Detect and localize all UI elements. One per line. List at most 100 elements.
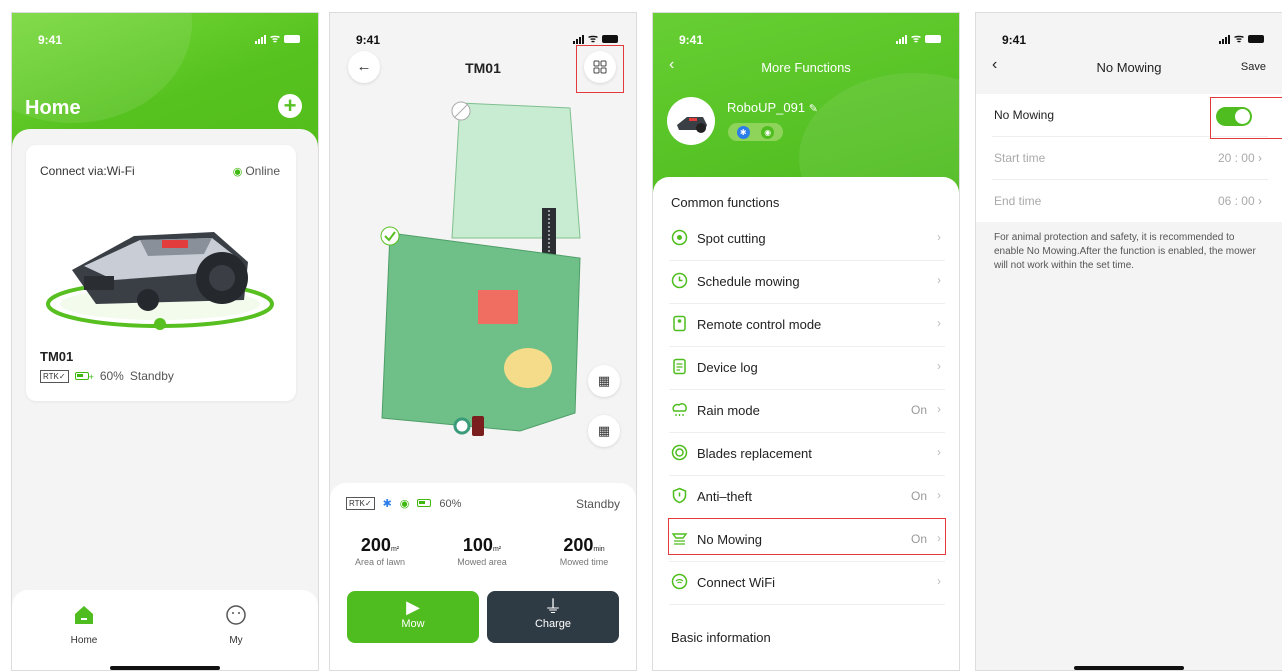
status-panel: RTK✓ ✱ ◉ 60% Standby 200m² Area of lawn 1… (330, 483, 636, 670)
section-title: Basic information (671, 630, 771, 645)
clock-icon (671, 272, 688, 289)
battery-icon (1248, 35, 1264, 43)
home-screen: 9:41 ᯤ Home + Connect via:Wi-Fi ◉ Online … (11, 12, 319, 671)
log-icon (673, 358, 686, 375)
chevron-right-icon: › (937, 316, 941, 330)
chevron-right-icon: › (1258, 151, 1262, 165)
status-bar: 9:41 ᯤ (12, 33, 318, 47)
blade-icon (671, 444, 688, 461)
plug-icon: ⏚ (544, 597, 562, 617)
wifi-connect-icon (671, 573, 688, 590)
wifi-icon: ᯤ (587, 33, 598, 45)
obstacle-zone-2 (504, 348, 552, 388)
start-time-row[interactable]: Start time 20 : 00 › (992, 137, 1268, 180)
map-view-button[interactable]: ▦ (588, 415, 620, 447)
wifi-icon: ◉ (399, 498, 410, 510)
no-mowing-screen: 9:41 ᯤ ‹ No Mowing Save No Mowing Start … (975, 12, 1282, 671)
function-schedule-mowing[interactable]: Schedule mowing › (669, 261, 945, 304)
mower-marker (472, 416, 484, 436)
wifi-icon: ᯤ (1233, 33, 1244, 45)
end-time-row[interactable]: End time 06 : 00 › (992, 180, 1268, 223)
wifi-icon: ᯤ (269, 33, 280, 45)
device-state: Standby (575, 497, 620, 511)
page-title: More Functions (761, 60, 851, 75)
signal-icon (572, 34, 584, 44)
rtk-badge: RTK✓ (40, 369, 69, 383)
battery-icon (602, 35, 618, 43)
signal-icon (1218, 34, 1230, 44)
home-icon (75, 606, 93, 624)
chevron-right-icon: › (937, 273, 941, 287)
page-title: No Mowing (1096, 60, 1162, 75)
plus-icon: + (283, 93, 297, 118)
home-indicator (1074, 666, 1184, 670)
wifi-icon: ◉ (761, 125, 775, 139)
bluetooth-icon: ✱ (382, 498, 392, 510)
metric-lawn-area: 200m² Area of lawn (354, 535, 406, 567)
robot-name: RoboUP_091 ✎ (727, 100, 818, 115)
battery-icon: + (74, 369, 94, 383)
lawn-zone-2 (451, 102, 581, 239)
status-time: 9:41 (38, 33, 63, 47)
status-row: RTK✓ ✱ ◉ 60% (346, 497, 461, 510)
lawn-map (380, 101, 581, 436)
map-icon: ▦ (597, 423, 611, 438)
map-edit-button[interactable]: ▦ (588, 365, 620, 397)
lawn-zone-1 (381, 232, 581, 432)
device-name: TM01 (40, 349, 74, 364)
function-device-log[interactable]: Device log › (669, 347, 945, 390)
battery-icon (284, 35, 300, 43)
functions-screen: 9:41 ᯤ ‹ More Functions RoboUP_091 ✎ ✱ ◉ … (652, 12, 960, 671)
device-card[interactable]: Connect via:Wi-Fi ◉ Online TM01 RTK✓ + 60… (26, 145, 296, 401)
function-spot-cutting[interactable]: Spot cutting › (669, 218, 945, 261)
chevron-right-icon: › (937, 359, 941, 373)
wifi-icon: ᯤ (910, 33, 921, 45)
obstacle-zone (478, 290, 518, 324)
edit-icon[interactable]: ✎ (809, 103, 818, 115)
add-device-button[interactable]: + (278, 94, 302, 118)
shield-icon (672, 487, 687, 504)
wifi-icon: ◉ (232, 166, 243, 178)
section-title: Common functions (671, 195, 780, 210)
dock-marker (453, 417, 471, 435)
battery-level: 60% (99, 369, 124, 383)
function-blades-replacement[interactable]: Blades replacement › (669, 433, 945, 476)
function-anti-theft[interactable]: Anti–theft On › (669, 476, 945, 519)
tab-home[interactable]: Home (54, 604, 114, 646)
rtk-badge: RTK✓ (346, 497, 375, 510)
signal-icon (895, 34, 907, 44)
tab-my[interactable]: My (206, 604, 266, 646)
device-state: Standby (129, 369, 174, 383)
chevron-right-icon: › (937, 574, 941, 588)
online-status: ◉ Online (232, 164, 280, 178)
mower-image (46, 232, 274, 330)
function-connect-wifi[interactable]: Connect WiFi › (669, 562, 945, 605)
save-button[interactable]: Save (1241, 61, 1266, 73)
map-screen: 9:41 ᯤ ← TM01 ▦ ▦ RTK✓ ✱ ◉ 60% Standby 2… (329, 12, 637, 671)
connection-badges: ✱ ◉ (728, 123, 783, 141)
mow-button[interactable]: ▶ Mow (347, 591, 479, 643)
chevron-right-icon: › (937, 445, 941, 459)
target-icon (671, 229, 688, 246)
page-title: Home (25, 97, 81, 119)
info-note: For animal protection and safety, it is … (994, 232, 1256, 271)
play-icon: ▶ (406, 597, 420, 617)
chevron-right-icon: › (937, 402, 941, 416)
robot-avatar (667, 97, 715, 145)
tab-bar: Home My (12, 590, 318, 670)
map-settings-icon: ▦ (597, 373, 611, 388)
function-rain-mode[interactable]: Rain mode On › (669, 390, 945, 433)
connection-label: Connect via:Wi-Fi (40, 164, 135, 178)
remote-icon (673, 315, 686, 332)
device-status: RTK✓ + 60% Standby (40, 369, 174, 383)
status-bar: 9:41 ᯤ (976, 33, 1282, 47)
chevron-right-icon: › (937, 488, 941, 502)
profile-icon (226, 605, 246, 625)
chevron-right-icon: › (937, 230, 941, 244)
metric-mowed-time: 200min Mowed time (559, 535, 609, 567)
highlight-box (576, 45, 624, 93)
charge-button[interactable]: ⏚ Charge (487, 591, 619, 643)
function-remote-control[interactable]: Remote control mode › (669, 304, 945, 347)
battery-icon (417, 498, 432, 510)
status-bar: 9:41 ᯤ (653, 33, 959, 47)
